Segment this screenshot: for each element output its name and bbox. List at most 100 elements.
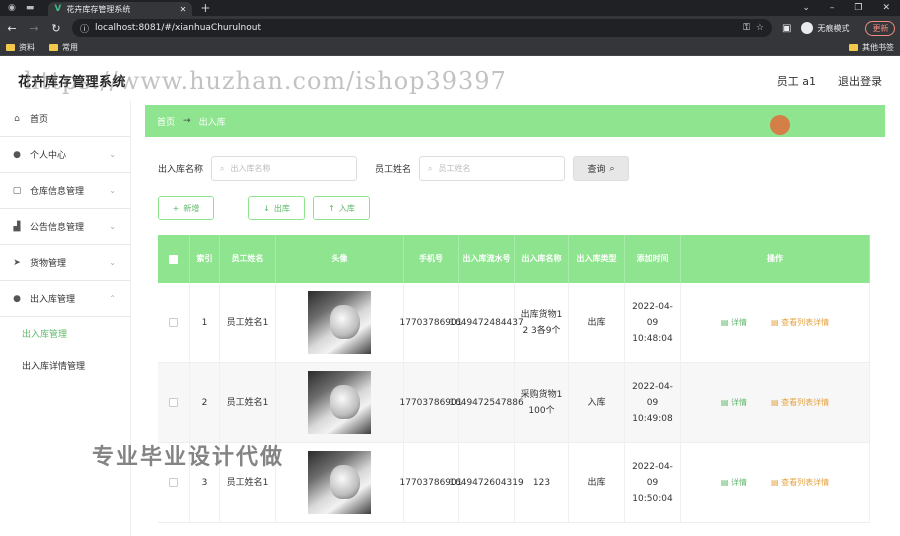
row-checkbox[interactable] [169, 318, 178, 327]
forward-arrow-icon[interactable]: → [28, 22, 40, 35]
url-field[interactable]: ⓘ localhost:8081/#/xianhuaChurulnout ⚿ ☆ [72, 19, 772, 37]
cell-time: 2022-04-09 10:49:08 [625, 363, 681, 442]
sidebar-subitem-inout[interactable]: 出入库管理 [0, 317, 130, 349]
bookmarks-bar: 资料 常用 其他书签 [0, 40, 900, 56]
incognito-icon [801, 22, 814, 34]
avatar [308, 451, 371, 514]
update-button[interactable]: 更新 [865, 20, 896, 36]
view-list-button[interactable]: ▤ 查看列表详情 [771, 315, 829, 331]
folder-icon [849, 44, 858, 51]
close-icon[interactable]: ✕ [882, 3, 890, 13]
add-button[interactable]: + 新增 [158, 196, 214, 220]
sidebar-item-warehouse[interactable]: ▢ 仓库信息管理 ⌄ [0, 173, 130, 209]
action-bar: + 新增 ↓ 出库 ↑ 入库 [158, 196, 370, 220]
folder-icon [49, 44, 58, 51]
search-icon: ⌕ [428, 163, 433, 173]
chevron-down-icon: ⌄ [109, 258, 116, 267]
table-row: 1 员工姓名1 17703786901 1649472484437 出库货物1 … [158, 283, 870, 363]
search-name-input[interactable]: ⌕ 出入库名称 [211, 156, 358, 181]
view-list-button[interactable]: ▤ 查看列表详情 [771, 395, 829, 411]
chevron-down-icon: ⌄ [109, 150, 116, 159]
cell-title: 出库货物1 2 3各9个 [515, 283, 569, 362]
cell-index: 1 [190, 283, 220, 362]
search-employee-input[interactable]: ⌕ 员工姓名 [419, 156, 566, 181]
avatar [308, 291, 371, 354]
sidebar-item-label: 公告信息管理 [30, 223, 85, 233]
tab-strip-icon[interactable]: ▬ [26, 3, 35, 13]
sidebar-item-home[interactable]: ⌂ 首页 [0, 101, 130, 137]
breadcrumb-home[interactable]: 首页 [157, 115, 175, 128]
address-bar: ← → ↻ ⓘ localhost:8081/#/xianhuaChurulno… [0, 16, 900, 40]
reload-icon[interactable]: ↻ [50, 22, 62, 35]
bookmark-folder-2[interactable]: 常用 [49, 42, 78, 53]
back-arrow-icon[interactable]: ← [6, 22, 18, 35]
row-checkbox[interactable] [169, 478, 178, 487]
select-all-checkbox[interactable] [169, 254, 178, 264]
profile-button[interactable]: 无痕模式 [801, 22, 849, 34]
profile-label: 无痕模式 [817, 23, 850, 33]
cell-serial: 1649472484437 [449, 283, 524, 362]
arrow-up-icon: ↑ [328, 203, 335, 213]
cell-type: 出库 [569, 443, 625, 522]
col-avatar: 头像 [276, 235, 404, 283]
sidebar-item-personal[interactable]: ● 个人中心 ⌄ [0, 137, 130, 173]
logout-link[interactable]: 退出登录 [838, 73, 882, 89]
chevron-down-icon[interactable]: ⌄ [802, 3, 810, 13]
cell-employee: 员工姓名1 [220, 283, 276, 362]
minimize-icon[interactable]: – [830, 3, 835, 13]
cell-title: 采购货物1 100个 [515, 363, 569, 442]
search-form: 出入库名称 ⌕ 出入库名称 员工姓名 ⌕ 员工姓名 查询 ⌕ [158, 156, 630, 181]
sidebar-item-label: 出入库管理 [30, 295, 76, 305]
url-text: localhost:8081/#/xianhuaChurulnout [95, 23, 261, 33]
sidebar-item-inout[interactable]: ● 出入库管理 ⌃ [0, 281, 130, 317]
view-list-button[interactable]: ▤ 查看列表详情 [771, 475, 829, 491]
sidebar-item-notice[interactable]: ▟ 公告信息管理 ⌄ [0, 209, 130, 245]
tab-close-icon[interactable]: ✕ [180, 5, 187, 14]
browser-menu-icon[interactable]: ◉ [8, 3, 16, 13]
col-type[interactable]: 出入库类型 [569, 235, 625, 283]
maximize-icon[interactable]: ❐ [854, 3, 862, 13]
chevron-down-icon: ⌄ [109, 186, 116, 195]
sidebar-item-goods[interactable]: ➤ 货物管理 ⌄ [0, 245, 130, 281]
doc-icon: ▤ [720, 317, 729, 327]
cell-time: 2022-04-09 10:48:04 [625, 283, 681, 362]
sidebar-item-label: 货物管理 [30, 259, 67, 269]
send-icon: ➤ [13, 257, 21, 268]
other-bookmarks[interactable]: 其他书签 [849, 42, 900, 53]
sidebar-item-label: 个人中心 [30, 151, 67, 161]
detail-button[interactable]: ▤ 详情 [721, 395, 747, 411]
col-employee[interactable]: 员工姓名 [220, 235, 276, 283]
row-checkbox[interactable] [169, 398, 178, 407]
search-label-name: 出入库名称 [158, 165, 204, 175]
vue-logo-icon: V [54, 4, 62, 14]
col-title[interactable]: 出入库名称 [515, 235, 569, 283]
query-button[interactable]: 查询 ⌕ [573, 156, 630, 181]
star-icon[interactable]: ☆ [756, 23, 764, 33]
sidebar-item-label: 仓库信息管理 [30, 187, 85, 197]
watermark-url: https://www.huzhan.com/ishop39397 [24, 67, 507, 95]
doc-icon: ▤ [771, 397, 779, 407]
doc-icon: ▤ [720, 477, 729, 487]
cell-time: 2022-04-09 10:50:04 [625, 443, 681, 522]
browser-tab[interactable]: V 花卉库存管理系统 ✕ [48, 2, 193, 16]
bookmark-folder-1[interactable]: 资料 [6, 42, 35, 53]
col-serial[interactable]: 出入库流水号 [459, 235, 515, 283]
col-time[interactable]: 添加时间 [625, 235, 681, 283]
inbound-button[interactable]: ↑ 入库 [313, 196, 370, 220]
app-header: 花卉库存管理系统 https://www.huzhan.com/ishop393… [0, 57, 900, 103]
sidebar-toggle-icon[interactable]: ▣ [782, 23, 791, 34]
placeholder: 出入库名称 [230, 164, 271, 173]
key-icon[interactable]: ⚿ [743, 23, 750, 33]
sidebar-subitem-inout-detail[interactable]: 出入库详情管理 [0, 349, 130, 381]
detail-button[interactable]: ▤ 详情 [721, 315, 747, 331]
browser-tab-bar: ◉ ▬ V 花卉库存管理系统 ✕ + ⌄ – ❐ ✕ [0, 0, 900, 16]
col-phone[interactable]: 手机号 [404, 235, 459, 283]
col-index: 索引 [190, 235, 220, 283]
detail-button[interactable]: ▤ 详情 [721, 475, 747, 491]
info-icon[interactable]: ⓘ [80, 22, 89, 35]
outbound-button[interactable]: ↓ 出库 [248, 196, 305, 220]
user-icon: ● [13, 149, 21, 160]
cell-serial: 1649472547886 [449, 363, 524, 442]
plus-icon: + [172, 203, 180, 213]
new-tab-button[interactable]: + [200, 0, 210, 16]
